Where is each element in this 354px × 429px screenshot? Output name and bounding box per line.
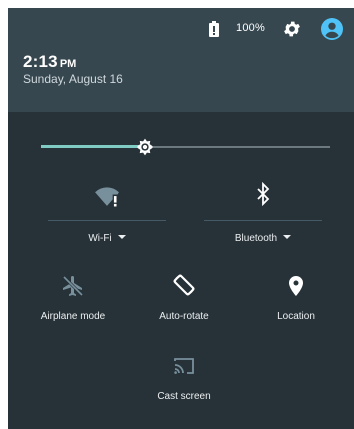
location-pin-icon xyxy=(289,276,303,296)
airplane-mode-label: Airplane mode xyxy=(40,311,106,322)
auto-rotate-icon xyxy=(173,274,195,296)
status-bar: 100% xyxy=(8,18,354,40)
screenshot-frame: 100% 2:13 PM Sunday, August 16 Wi-Fi Blu… xyxy=(0,0,354,429)
chevron-down-icon xyxy=(283,235,292,240)
airplane-mode-tile[interactable]: Airplane mode xyxy=(25,274,121,322)
auto-rotate-tile[interactable]: Auto-rotate xyxy=(136,272,232,322)
chevron-down-icon xyxy=(117,235,126,240)
airplane-icon xyxy=(62,275,84,297)
clock-ampm: PM xyxy=(59,58,77,70)
gear-icon[interactable] xyxy=(282,19,302,39)
wifi-label[interactable]: Wi-Fi xyxy=(48,233,166,244)
cast-icon xyxy=(174,358,194,374)
auto-rotate-label: Auto-rotate xyxy=(159,311,209,322)
bluetooth-icon xyxy=(257,182,270,206)
cast-screen-label: Cast screen xyxy=(157,391,211,402)
cast-screen-tile[interactable]: Cast screen xyxy=(136,354,232,402)
account-icon[interactable] xyxy=(321,18,343,40)
location-label: Location xyxy=(277,311,315,322)
bluetooth-tile[interactable]: Bluetooth xyxy=(204,182,322,244)
quick-settings-panel: 100% 2:13 PM Sunday, August 16 Wi-Fi Blu… xyxy=(8,8,354,429)
location-tile[interactable]: Location xyxy=(248,274,344,322)
brightness-fill xyxy=(41,145,145,148)
clock-time: 2:13 xyxy=(23,52,58,71)
battery-icon xyxy=(209,21,219,37)
clock[interactable]: 2:13 PM xyxy=(23,52,76,72)
brightness-slider[interactable] xyxy=(41,137,330,157)
quick-settings-header: 100% 2:13 PM Sunday, August 16 xyxy=(8,8,354,112)
wifi-tile[interactable]: Wi-Fi xyxy=(48,182,166,244)
bluetooth-label[interactable]: Bluetooth xyxy=(204,233,322,244)
wifi-divider xyxy=(48,220,166,221)
wifi-no-internet-icon xyxy=(95,187,119,207)
quick-settings-body: Wi-Fi Bluetooth Airplane mode Auto-rotat… xyxy=(8,112,354,429)
brightness-icon[interactable] xyxy=(135,137,155,157)
date-label[interactable]: Sunday, August 16 xyxy=(23,72,123,86)
battery-percent: 100% xyxy=(236,22,265,34)
bluetooth-divider xyxy=(204,220,322,221)
